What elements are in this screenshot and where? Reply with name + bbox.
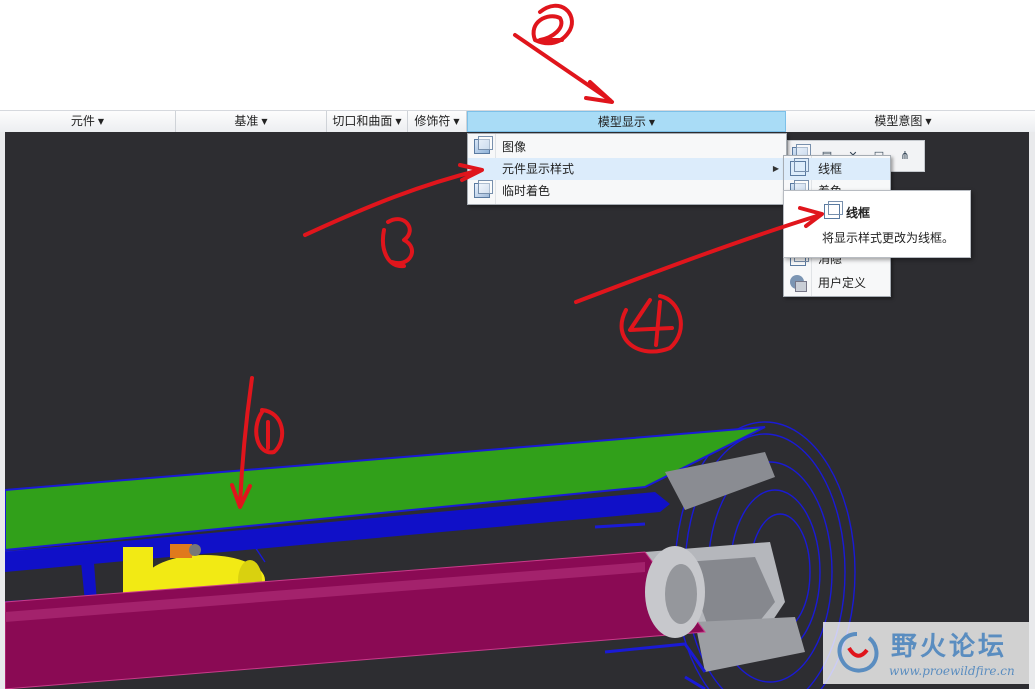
annotation-arrow-2 <box>513 33 614 104</box>
annotation-arrow-4 <box>574 206 824 304</box>
watermark-logo-icon <box>837 632 879 673</box>
annotation-mark-4 <box>619 294 683 354</box>
annotation-mark-3 <box>381 217 414 269</box>
annotation-arrow-3 <box>303 163 484 237</box>
forum-watermark: 野火论坛 www.proewildfire.cn <box>823 622 1029 684</box>
watermark-title: 野火论坛 <box>891 632 1008 662</box>
annotation-mark-1 <box>254 408 284 455</box>
annotation-overlay <box>230 3 824 509</box>
annotation-mark-2 <box>531 3 574 46</box>
annotation-arrow-1 <box>230 376 254 509</box>
watermark-url: www.proewildfire.cn <box>889 664 1015 678</box>
